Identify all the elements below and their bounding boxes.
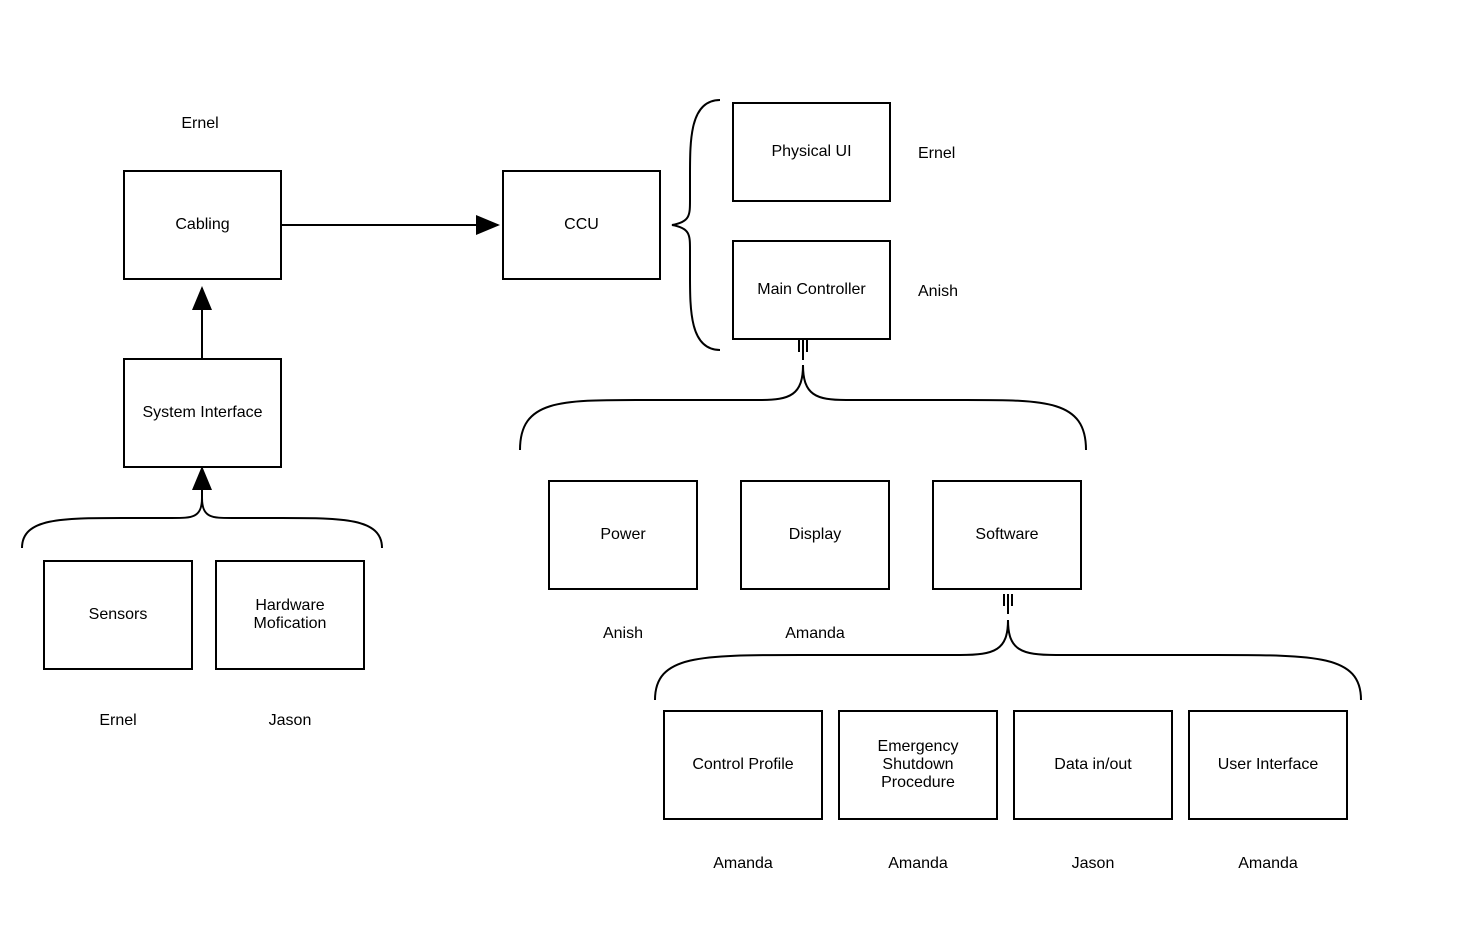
node-software-label: Software	[975, 526, 1038, 544]
node-hardware-mod-label: Hardware Mofication	[221, 597, 359, 633]
node-user-interface: User Interface	[1188, 710, 1348, 820]
node-display: Display	[740, 480, 890, 590]
node-software: Software	[932, 480, 1082, 590]
node-power: Power	[548, 480, 698, 590]
owner-cabling: Ernel	[170, 115, 230, 133]
node-data-in-out: Data in/out	[1013, 710, 1173, 820]
node-power-label: Power	[600, 526, 645, 544]
node-user-interface-label: User Interface	[1218, 756, 1318, 774]
node-physical-ui-label: Physical UI	[771, 143, 851, 161]
node-emergency-shutdown: Emergency Shutdown Procedure	[838, 710, 998, 820]
node-main-controller-label: Main Controller	[757, 281, 865, 299]
owner-power: Anish	[593, 625, 653, 643]
node-main-controller: Main Controller	[732, 240, 891, 340]
owner-data-in-out: Jason	[1063, 855, 1123, 873]
node-system-interface: System Interface	[123, 358, 282, 468]
node-system-interface-label: System Interface	[142, 404, 262, 422]
node-cabling-label: Cabling	[175, 216, 229, 234]
node-control-profile-label: Control Profile	[692, 756, 793, 774]
node-sensors-label: Sensors	[89, 606, 148, 624]
owner-hardware-mod: Jason	[260, 712, 320, 730]
owner-control-profile: Amanda	[708, 855, 778, 873]
node-hardware-mod: Hardware Mofication	[215, 560, 365, 670]
owner-main-controller: Anish	[918, 283, 978, 301]
node-ccu: CCU	[502, 170, 661, 280]
node-physical-ui: Physical UI	[732, 102, 891, 202]
owner-display: Amanda	[780, 625, 850, 643]
node-display-label: Display	[789, 526, 841, 544]
owner-user-interface: Amanda	[1233, 855, 1303, 873]
node-ccu-label: CCU	[564, 216, 599, 234]
node-control-profile: Control Profile	[663, 710, 823, 820]
owner-physical-ui: Ernel	[918, 145, 978, 163]
node-sensors: Sensors	[43, 560, 193, 670]
node-emergency-shutdown-label: Emergency Shutdown Procedure	[844, 738, 992, 792]
node-data-in-out-label: Data in/out	[1054, 756, 1131, 774]
owner-sensors: Ernel	[88, 712, 148, 730]
node-cabling: Cabling	[123, 170, 282, 280]
owner-emergency-shutdown: Amanda	[883, 855, 953, 873]
